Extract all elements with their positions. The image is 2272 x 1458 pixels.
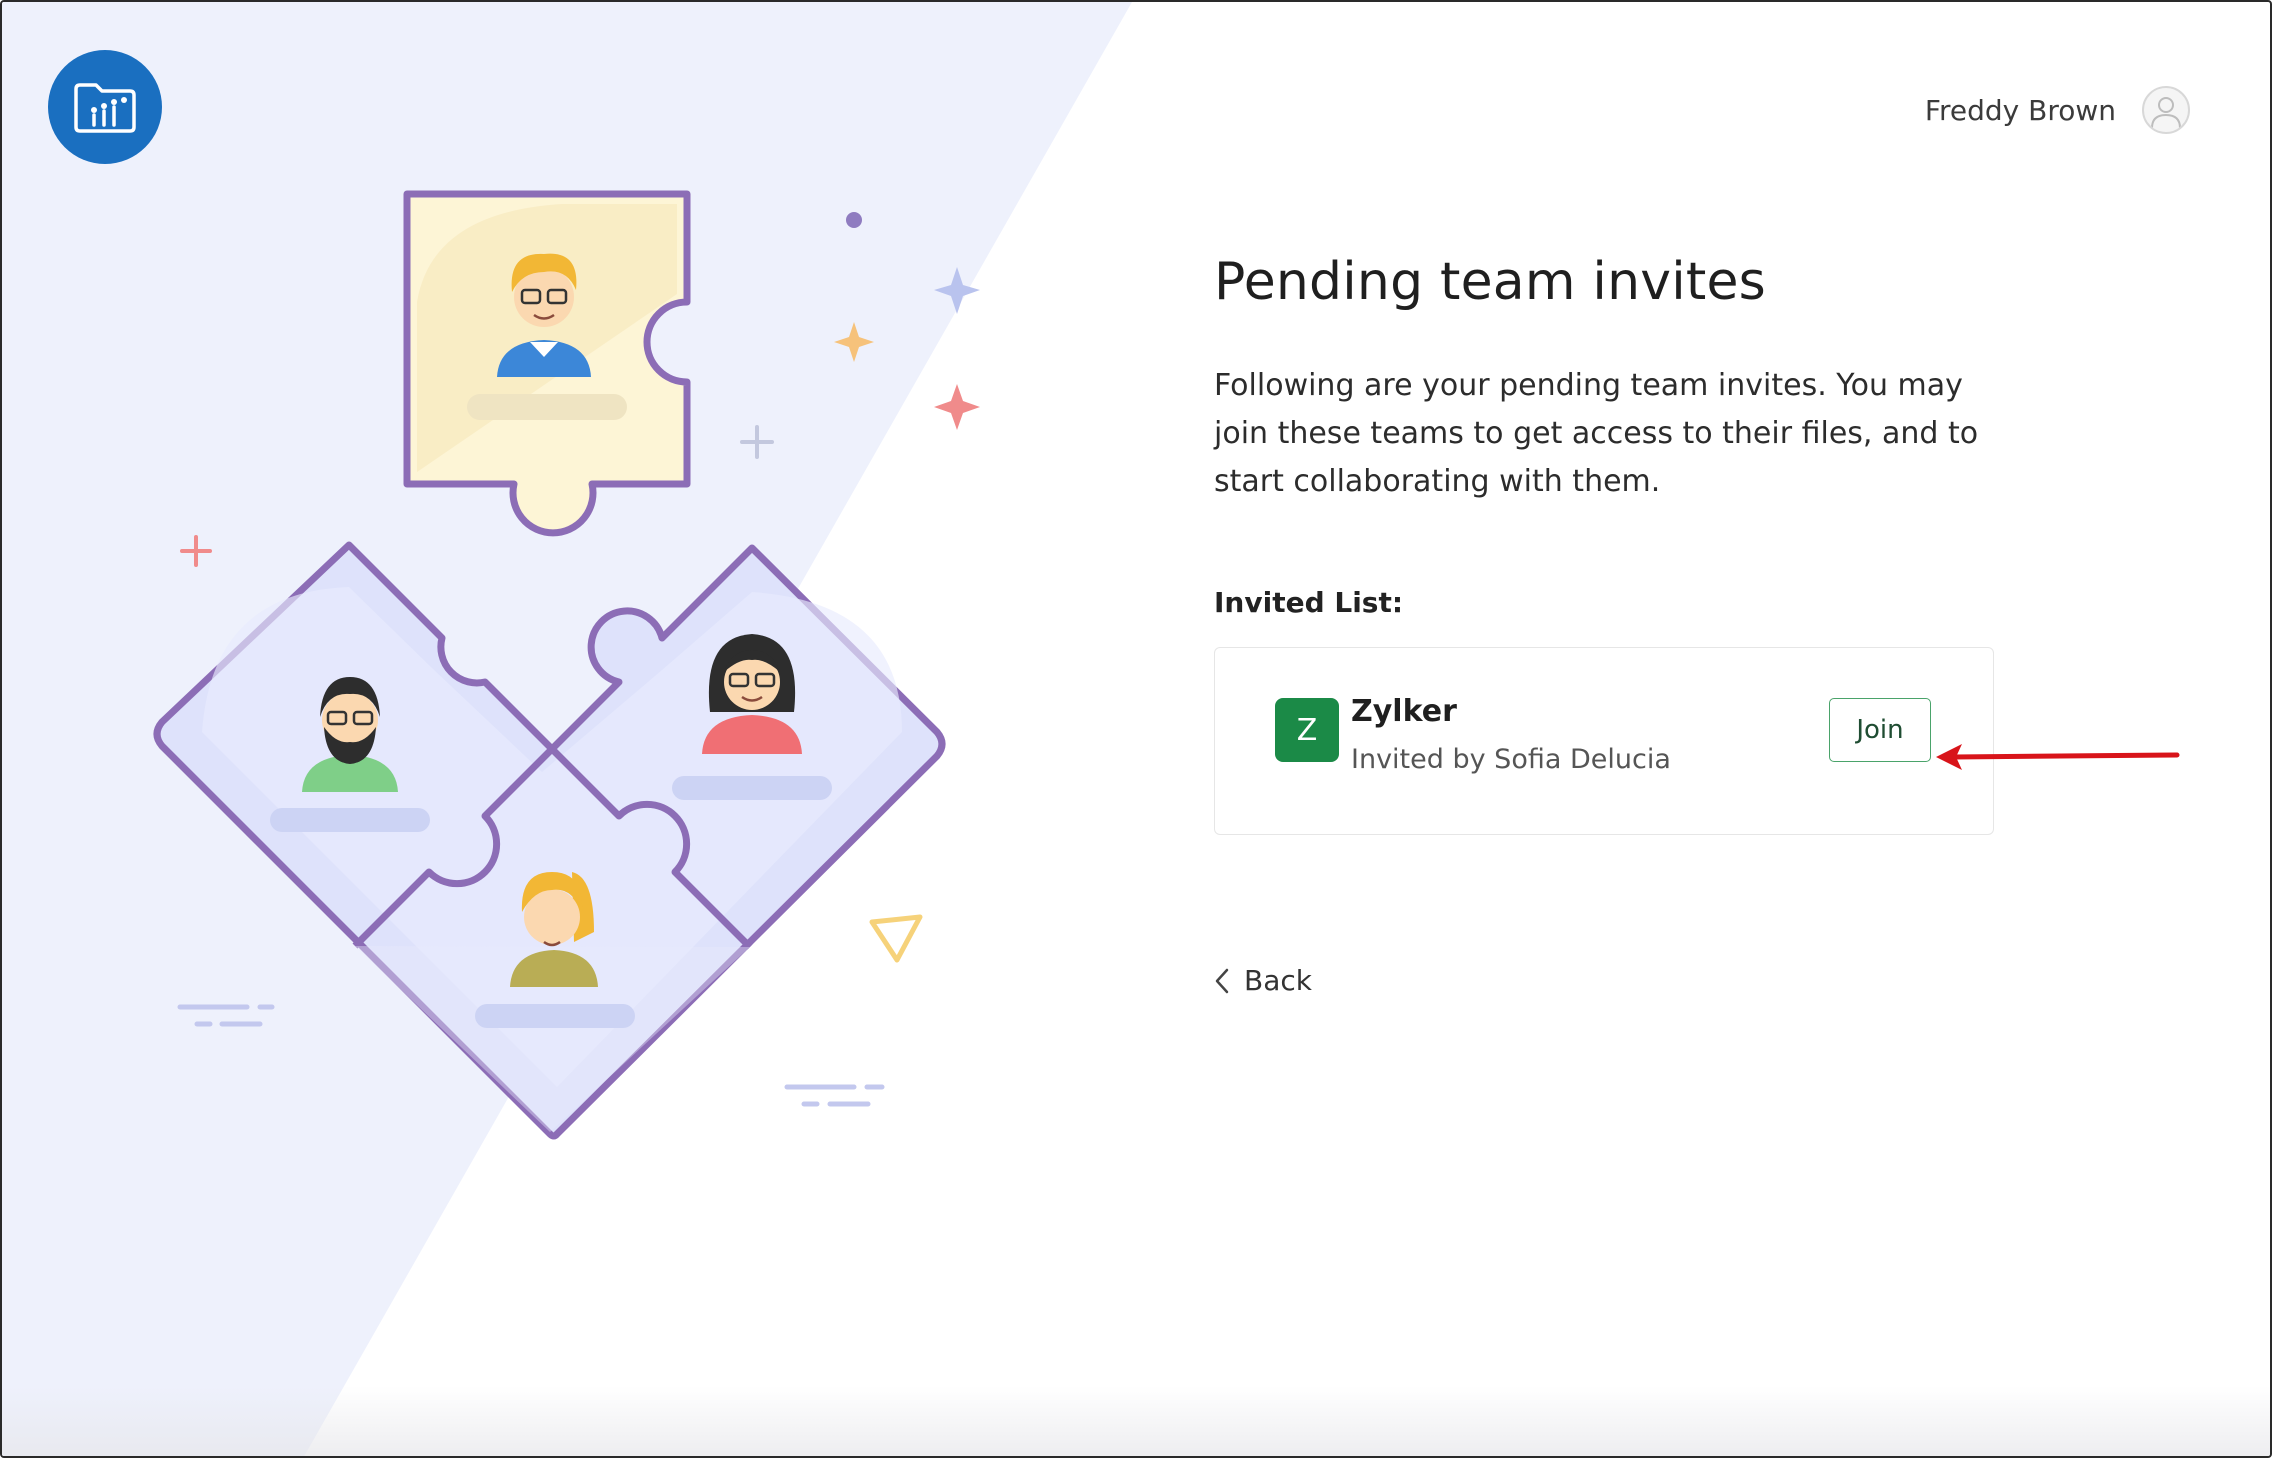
folder-chart-icon	[74, 83, 136, 133]
invites-content: Pending team invites Following are your …	[1214, 252, 2034, 835]
chevron-left-icon	[1215, 968, 1229, 993]
decor-dot	[846, 212, 862, 228]
sparkle-icon	[834, 322, 874, 362]
app-logo[interactable]	[48, 50, 162, 164]
back-link[interactable]: Back	[1214, 964, 1312, 997]
sparkle-icon	[934, 267, 980, 314]
bottom-shadow	[2, 1386, 2270, 1456]
user-avatar-icon[interactable]	[2142, 86, 2190, 134]
back-label: Back	[1244, 964, 1312, 997]
page-title: Pending team invites	[1214, 252, 1766, 312]
puzzle-piece-top	[403, 190, 691, 537]
puzzle-heart-group	[153, 541, 946, 1140]
join-button[interactable]: Join	[1829, 698, 1931, 762]
invited-list-label: Invited List:	[1214, 586, 1404, 619]
team-puzzle-illustration	[153, 190, 980, 1140]
plus-decor-icon	[740, 425, 774, 459]
annotation-arrow-icon	[1936, 744, 2180, 770]
team-name: Zylker	[1351, 694, 1457, 729]
triangle-decor-icon	[869, 914, 923, 963]
team-avatar: Z	[1275, 698, 1339, 762]
app-window: Freddy Brown Pending team invites Follow…	[0, 0, 2272, 1458]
invite-card: Z Zylker Invited by Sofia Delucia Join	[1214, 647, 1994, 835]
plus-decor-icon	[180, 535, 212, 567]
user-menu[interactable]: Freddy Brown	[1925, 86, 2190, 134]
user-name: Freddy Brown	[1924, 93, 2116, 127]
sparkle-icon	[934, 384, 980, 430]
invited-by-text: Invited by Sofia Delucia	[1351, 744, 1671, 775]
page-description: Following are your pending team invites.…	[1214, 368, 1979, 499]
